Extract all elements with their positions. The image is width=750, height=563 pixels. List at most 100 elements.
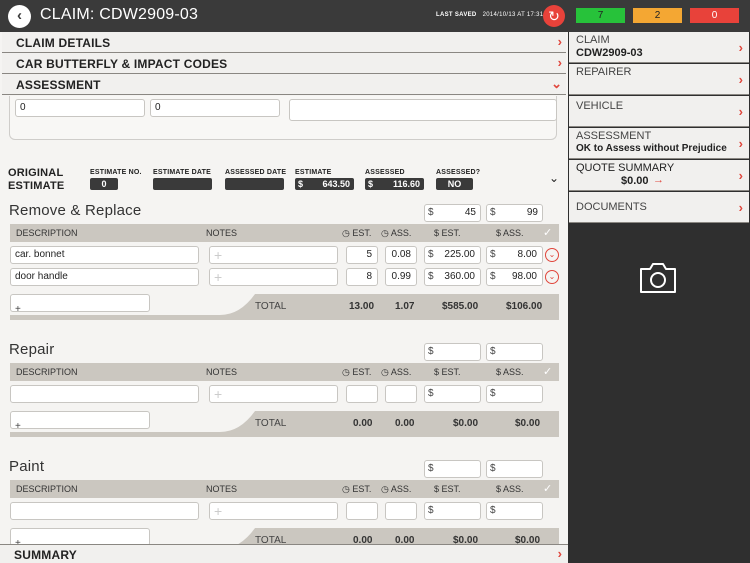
row2-dollar-ass[interactable]: $98.00 [486,268,543,286]
rr-rate-ass[interactable]: $99 [486,204,543,222]
sidebar-item-assessment[interactable]: ASSESSMENT OK to Assess without Prejudic… [569,128,749,159]
assessment-field-3[interactable] [289,99,557,121]
row2-ass[interactable]: 0.99 [385,268,417,286]
col-description: DESCRIPTION [16,484,78,494]
currency-symbol: $ [428,388,434,399]
paint-row-dollar-ass[interactable]: $ [486,502,543,520]
row2-est[interactable]: 8 [346,268,378,286]
col-dollar-ass: $ ASS. [496,228,524,238]
sidebar-item-quote-summary[interactable]: QUOTE SUMMARY $0.00 → › [569,160,749,191]
table-header: DESCRIPTION NOTES ◷ EST. ◷ ASS. $ EST. $… [10,363,559,381]
repair-row-est[interactable] [346,385,378,403]
chevron-down-icon: ⌄ [551,76,562,91]
currency-symbol: $ [428,346,434,357]
paint-row-description[interactable] [10,502,199,520]
sidebar-item-repairer[interactable]: REPAIRER › [569,64,749,95]
sidebar-item-documents[interactable]: DOCUMENTS › [569,192,749,223]
col-est: ◷ EST. [342,367,371,378]
back-icon[interactable]: ‹ [8,5,31,28]
row1-dollar-est-value: 225.00 [444,249,475,260]
repair-row-dollar-ass[interactable]: $ [486,385,543,403]
summary-header[interactable]: SUMMARY › [0,544,568,563]
sidebar-item-vehicle[interactable]: VEHICLE › [569,96,749,127]
original-estimate-title-line1: ORIGINAL [8,167,64,179]
row1-description[interactable]: car. bonnet [10,246,199,264]
col-notes: NOTES [206,367,238,377]
check-icon[interactable]: ✓ [543,226,552,239]
row1-ass[interactable]: 0.08 [385,246,417,264]
col-ass: ◷ ASS. [381,228,411,239]
paint-row-ass[interactable] [385,502,417,520]
col-notes: NOTES [206,484,238,494]
assessment-field-1[interactable]: 0 [15,99,145,117]
paint-row-est[interactable] [346,502,378,520]
row2-dollar-est[interactable]: $360.00 [424,268,481,286]
paint-rate-ass[interactable]: $ [486,460,543,478]
row2-description[interactable]: door handle [10,268,199,286]
estimate-no-label: ESTIMATE NO. [90,169,142,176]
plus-icon: + [214,386,223,402]
row2-expand-icon[interactable]: ⌄ [545,270,559,284]
status-badge-orange[interactable]: 2 [633,8,682,23]
row1-notes[interactable]: + [209,246,338,264]
col-notes: NOTES [206,228,238,238]
paint-rate-est[interactable]: $ [424,460,481,478]
row1-expand-icon[interactable]: ⌄ [545,248,559,262]
chevron-right-icon: › [738,200,743,215]
estimate-date-value [153,178,212,190]
repair-add-row[interactable]: + [10,411,150,429]
repair-total-est: 0.00 [353,418,373,429]
estimate-value: $643.50 [295,178,354,190]
clock-icon: ◷ [342,228,350,238]
repair-row-dollar-est[interactable]: $ [424,385,481,403]
chevron-down-icon[interactable]: ⌄ [549,171,559,185]
repair-row-ass[interactable] [385,385,417,403]
estimate-date-label: ESTIMATE DATE [153,169,211,176]
rr-total-dollar-est: $585.00 [442,301,479,312]
paint-row-notes[interactable]: + [209,502,338,520]
rr-rate-est[interactable]: $45 [424,204,481,222]
assessed-amount: 116.60 [392,179,420,189]
chevron-right-icon: › [557,34,562,49]
col-est-label: EST. [352,484,372,494]
repair-total-dollar-ass: $0.00 [515,418,541,429]
assessed-question-value[interactable]: NO [436,178,473,190]
assessed-currency: $ [368,179,374,189]
repair-rate-ass[interactable]: $ [486,343,543,361]
plus-icon: + [214,247,223,263]
refresh-icon[interactable]: ↻ [543,5,565,27]
repair-rate-est[interactable]: $ [424,343,481,361]
row1-dollar-est[interactable]: $225.00 [424,246,481,264]
assessment-fields-box: 0 0 [9,96,557,140]
col-dollar-ass: $ ASS. [496,484,524,494]
clock-icon: ◷ [381,484,389,494]
row1-est[interactable]: 5 [346,246,378,264]
estimate-label: ESTIMATE [295,169,332,176]
repair-row-description[interactable] [10,385,199,403]
claim-details-header[interactable]: CLAIM DETAILS › [2,32,566,53]
table-header: DESCRIPTION NOTES ◷ EST. ◷ ASS. $ EST. $… [10,480,559,498]
assessment-header[interactable]: ASSESSMENT ⌄ [2,74,566,95]
chevron-right-icon: › [738,40,743,55]
sidebar-item-claim[interactable]: CLAIM CDW2909-03 › [569,32,749,63]
check-icon[interactable]: ✓ [543,365,552,378]
paint-row-dollar-est[interactable]: $ [424,502,481,520]
repair-total-ass: 0.00 [395,418,415,429]
col-ass: ◷ ASS. [381,367,411,378]
row2-notes[interactable]: + [209,268,338,286]
status-badge-red[interactable]: 0 [690,8,739,23]
col-dollar-ass: $ ASS. [496,367,524,377]
currency-symbol: $ [490,505,496,516]
rr-add-row[interactable]: + [10,294,150,312]
car-butterfly-header[interactable]: CAR BUTTERFLY & IMPACT CODES › [2,53,566,74]
row1-dollar-ass[interactable]: $8.00 [486,246,543,264]
camera-icon[interactable] [638,262,678,294]
repair-row-notes[interactable]: + [209,385,338,403]
status-badge-green[interactable]: 7 [576,8,625,23]
clock-icon: ◷ [381,228,389,238]
col-ass-label: ASS. [390,228,412,238]
rr-total-ass: 1.07 [395,301,415,312]
check-icon[interactable]: ✓ [543,482,552,495]
col-dollar-est: $ EST. [434,484,461,494]
assessment-field-2[interactable]: 0 [150,99,280,117]
